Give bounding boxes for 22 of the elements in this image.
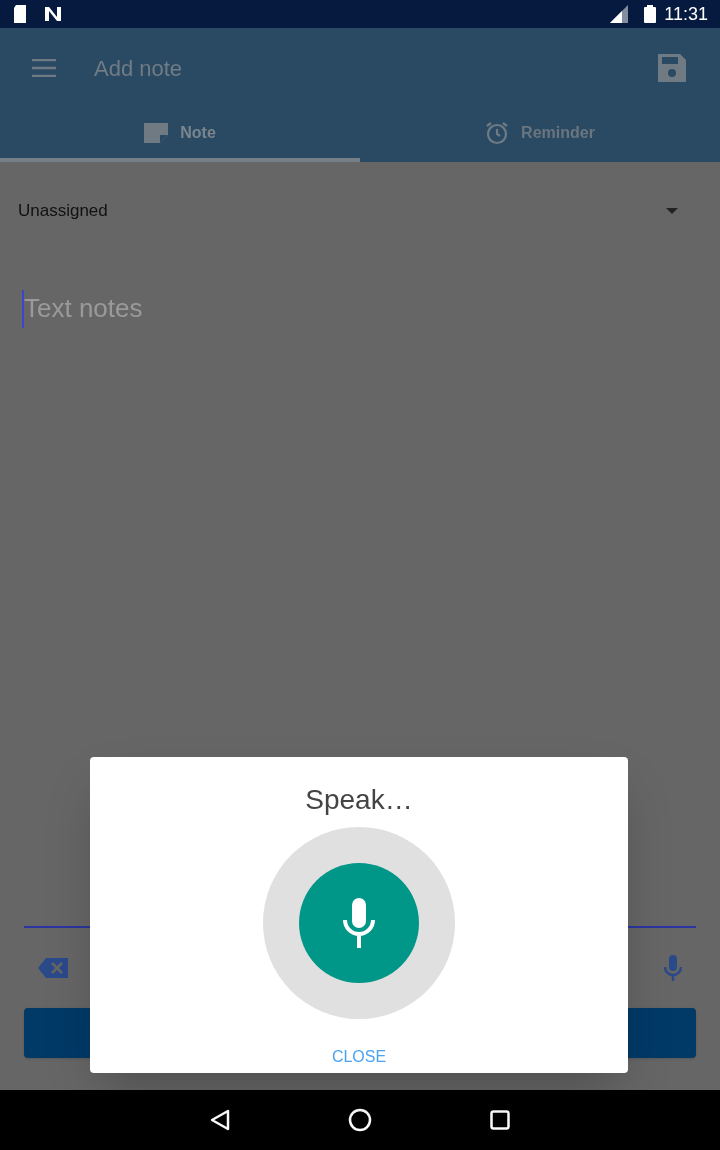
- close-button[interactable]: CLOSE: [319, 1041, 399, 1073]
- dropdown-caret-icon[interactable]: [666, 207, 678, 214]
- n-logo-icon: [44, 6, 62, 22]
- back-icon[interactable]: [210, 1109, 230, 1131]
- tab[interactable]: Reminder: [360, 108, 720, 162]
- status-time: 11:31: [664, 2, 708, 26]
- microphone-icon[interactable]: [664, 955, 682, 981]
- note-icon: [144, 123, 169, 143]
- tab[interactable]: Note: [0, 108, 360, 162]
- dialog-title: Speak…: [305, 783, 413, 817]
- alarm-clock-icon: [485, 121, 510, 145]
- backspace-icon[interactable]: [38, 958, 68, 978]
- category-dropdown[interactable]: Unassigned: [18, 198, 108, 224]
- recents-icon[interactable]: [490, 1110, 510, 1130]
- save-icon[interactable]: [656, 52, 688, 84]
- sd-card-icon: [12, 5, 28, 23]
- microphone-icon: [342, 898, 376, 948]
- battery-icon: [644, 5, 657, 23]
- menu-icon[interactable]: [32, 59, 56, 77]
- app-title: Add note: [94, 54, 183, 83]
- home-icon[interactable]: [348, 1108, 372, 1132]
- signal-icon: [608, 5, 629, 23]
